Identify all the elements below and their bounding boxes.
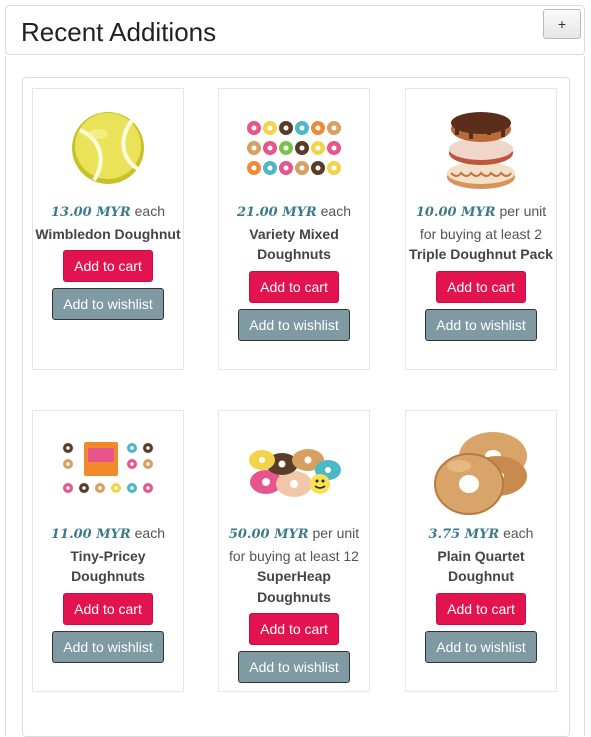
panel-header: Recent Additions +: [5, 5, 585, 55]
price-unit: each: [130, 525, 165, 541]
mini-doughnut-box-icon[interactable]: [33, 425, 183, 515]
product-info: 50.00 MYR per unit for buying at least 1…: [219, 523, 369, 683]
product-info: 11.00 MYR each Tiny-Pricey Doughnuts Add…: [33, 523, 183, 663]
stacked-doughnuts-icon[interactable]: [406, 103, 556, 193]
add-to-wishlist-button[interactable]: Add to wishlist: [425, 308, 537, 341]
product-info: 21.00 MYR each Variety Mixed Doughnuts A…: [219, 201, 369, 341]
product-name[interactable]: Tiny-Pricey Doughnuts: [33, 546, 183, 587]
price-unit: each: [316, 203, 351, 219]
add-to-cart-button[interactable]: Add to cart: [436, 592, 526, 625]
mixed-doughnuts-icon[interactable]: [219, 103, 369, 193]
product-card: 50.00 MYR per unit for buying at least 1…: [218, 410, 370, 692]
price-unit: each: [499, 525, 534, 541]
add-to-cart-button[interactable]: Add to cart: [249, 270, 339, 303]
product-card: 11.00 MYR each Tiny-Pricey Doughnuts Add…: [32, 410, 184, 692]
add-to-wishlist-button[interactable]: Add to wishlist: [238, 308, 350, 341]
product-card: 13.00 MYR each Wimbledon Doughnut Add to…: [32, 88, 184, 370]
expand-button[interactable]: +: [543, 9, 581, 39]
add-to-cart-button[interactable]: Add to cart: [63, 250, 153, 282]
add-to-wishlist-button[interactable]: Add to wishlist: [52, 288, 164, 320]
product-name[interactable]: Plain Quartet Doughnut: [406, 546, 556, 587]
add-to-cart-button[interactable]: Add to cart: [63, 592, 153, 625]
product-price: 21.00 MYR: [237, 205, 317, 220]
add-to-wishlist-button[interactable]: Add to wishlist: [425, 630, 537, 663]
product-price: 11.00 MYR: [51, 527, 131, 542]
product-info: 3.75 MYR each Plain Quartet Doughnut Add…: [406, 523, 556, 663]
add-to-wishlist-button[interactable]: Add to wishlist: [52, 630, 164, 663]
product-price: 50.00 MYR: [228, 527, 309, 542]
product-name[interactable]: Wimbledon Doughnut: [33, 224, 183, 245]
product-price: 10.00 MYR: [415, 205, 496, 220]
product-name[interactable]: Variety Mixed Doughnuts: [219, 224, 369, 265]
product-card: 10.00 MYR per unit for buying at least 2…: [405, 88, 557, 370]
tennis-ball-doughnut-icon[interactable]: [33, 103, 183, 193]
add-to-wishlist-button[interactable]: Add to wishlist: [238, 651, 350, 683]
price-unit: each: [130, 203, 165, 219]
plain-doughnut-stack-icon[interactable]: [406, 425, 556, 515]
product-name[interactable]: SuperHeap Doughnuts: [219, 566, 369, 607]
product-info: 13.00 MYR each Wimbledon Doughnut Add to…: [33, 201, 183, 320]
page-title: Recent Additions: [21, 17, 217, 47]
product-card: 21.00 MYR each Variety Mixed Doughnuts A…: [218, 88, 370, 370]
product-card: 3.75 MYR each Plain Quartet Doughnut Add…: [405, 410, 557, 692]
product-info: 10.00 MYR per unit for buying at least 2…: [406, 201, 556, 341]
add-to-cart-button[interactable]: Add to cart: [436, 270, 526, 303]
product-price: 3.75 MYR: [428, 527, 500, 542]
add-to-cart-button[interactable]: Add to cart: [249, 613, 339, 645]
product-name[interactable]: Triple Doughnut Pack: [406, 244, 556, 265]
product-price: 13.00 MYR: [51, 205, 131, 220]
doughnut-heap-icon[interactable]: [219, 425, 369, 515]
